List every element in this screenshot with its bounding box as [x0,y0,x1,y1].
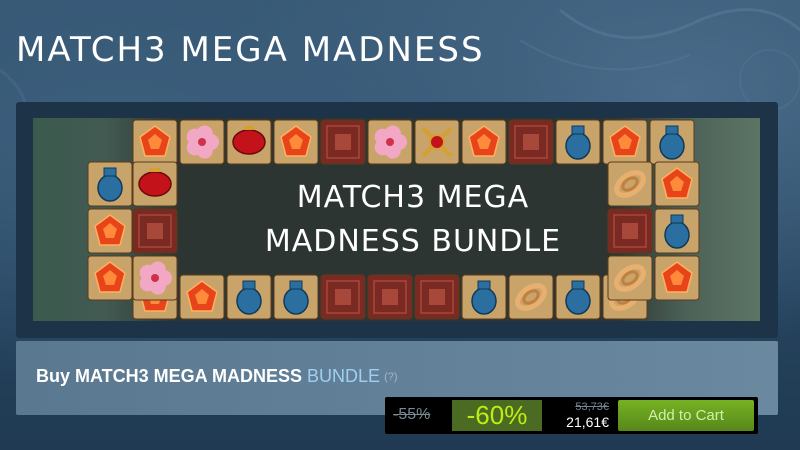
vase-tile [461,274,507,320]
price-block: 53,73€ 21,61€ [545,401,609,430]
flower-tile [179,119,225,165]
gem-tile [602,119,648,165]
bundle-banner-image: MATCH3 MEGA MADNESS BUNDLE [33,118,760,321]
purchase-title-text: Buy MATCH3 MEGA MADNESS [36,366,303,386]
gem-tile [273,119,319,165]
vase-tile [654,208,700,254]
gem-tile [87,208,133,254]
page-title: MATCH3 MEGA MADNESS [16,30,485,70]
vase-tile [226,274,272,320]
vase-tile [649,119,695,165]
add-to-cart-button[interactable]: Add to Cart [618,400,754,431]
gem-tile [87,255,133,301]
bundle-discount: -55% [393,406,431,423]
rope-tile [508,274,554,320]
carpet-tile [414,274,460,320]
gem-tile [132,119,178,165]
knot-tile [414,119,460,165]
lantern-tile [132,161,178,207]
carpet-tile [367,274,413,320]
carpet-tile [508,119,554,165]
vase-tile [273,274,319,320]
final-price: 21,61€ [566,414,609,430]
flower-tile [132,255,178,301]
original-price: 53,73€ [575,401,609,413]
bundle-help-link[interactable]: (?) [384,371,397,383]
carpet-tile [132,208,178,254]
vase-tile [555,119,601,165]
carpet-tile [320,274,366,320]
vase-tile [87,161,133,207]
flower-tile [367,119,413,165]
gem-tile [654,255,700,301]
banner-heading: MATCH3 MEGA MADNESS BUNDLE [193,176,633,264]
gem-tile [461,119,507,165]
vase-tile [555,274,601,320]
purchase-action-bar: -55% -60% 53,73€ 21,61€ Add to Cart [385,397,758,434]
purchase-title: Buy MATCH3 MEGA MADNESS BUNDLE (?) [36,366,398,387]
banner-line-1: MATCH3 MEGA [296,180,530,215]
banner-line-2: MADNESS BUNDLE [264,224,562,259]
carpet-tile [320,119,366,165]
bundle-label: BUNDLE [307,366,381,386]
gem-tile [179,274,225,320]
discount-pct: -60% [452,400,542,431]
lantern-tile [226,119,272,165]
gem-tile [654,161,700,207]
